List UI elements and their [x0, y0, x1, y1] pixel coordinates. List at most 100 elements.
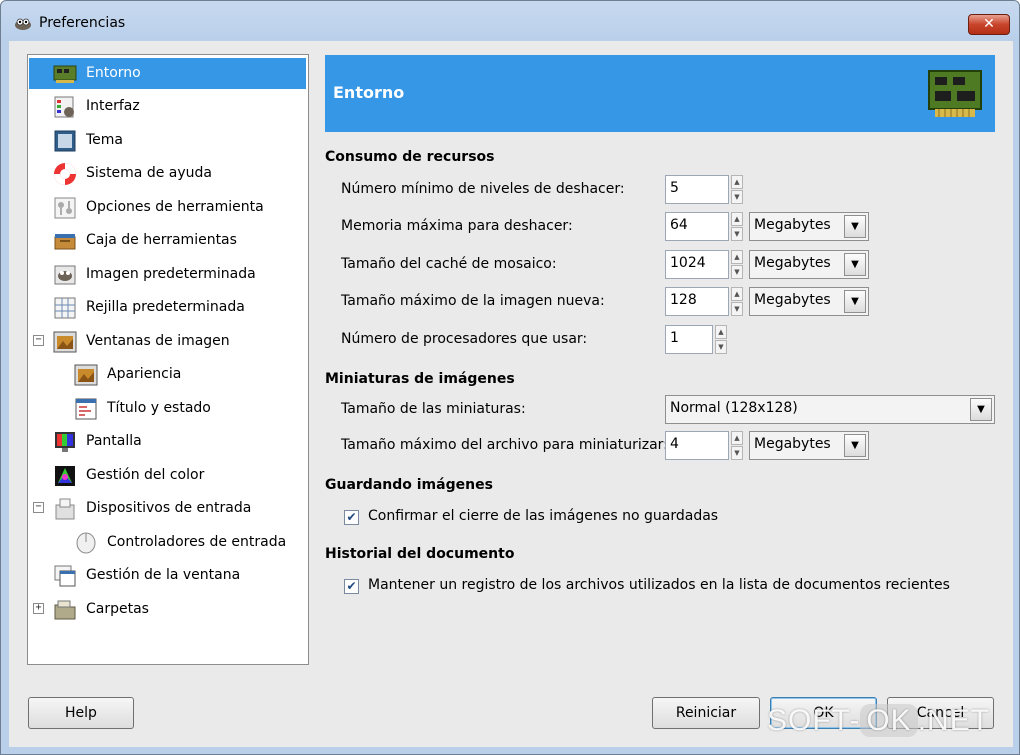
- spin-up-icon[interactable]: ▲: [715, 325, 727, 339]
- max-undo-memory-stepper[interactable]: ▲ ▼: [731, 212, 743, 241]
- thumbnail-size-value: Normal (128x128): [670, 400, 798, 416]
- max-undo-memory-field[interactable]: 64: [665, 212, 729, 241]
- processors-field[interactable]: 1: [665, 325, 713, 354]
- page-header: Entorno: [325, 55, 995, 132]
- sidebar-item-entorno[interactable]: Entorno: [29, 58, 306, 89]
- sidebar-item-imagen-predeterminada[interactable]: Imagen predeterminada: [29, 259, 306, 290]
- unit-value: Megabytes: [754, 255, 831, 271]
- spin-up-icon[interactable]: ▲: [731, 250, 743, 264]
- sidebar-item-opciones-herramienta[interactable]: Opciones de herramienta: [29, 192, 306, 223]
- tile-cache-field[interactable]: 1024: [665, 250, 729, 279]
- unit-value: Megabytes: [754, 217, 831, 233]
- sidebar-item-caja-herramientas[interactable]: Caja de herramientas: [29, 225, 306, 256]
- watermark-right: .NET: [917, 704, 991, 737]
- theme-icon: [54, 130, 76, 152]
- sidebar-item-pantalla[interactable]: Pantalla: [29, 426, 306, 457]
- preferences-window: Preferencias ✕ Entorno Interfaz Tema Sis…: [0, 0, 1020, 755]
- sidebar-item-label: Entorno: [86, 65, 141, 81]
- appearance-icon: [74, 364, 98, 386]
- processors-label: Número de procesadores que usar:: [341, 331, 588, 347]
- spin-down-icon[interactable]: ▼: [731, 265, 743, 279]
- sidebar-item-sistema-ayuda[interactable]: Sistema de ayuda: [29, 158, 306, 189]
- sidebar-item-label: Rejilla predeterminada: [86, 299, 245, 315]
- max-new-image-stepper[interactable]: ▲ ▼: [731, 287, 743, 316]
- spin-down-icon[interactable]: ▼: [731, 227, 743, 241]
- folders-icon: [54, 600, 76, 620]
- chevron-down-icon[interactable]: ▼: [970, 398, 992, 421]
- sidebar-item-label: Gestión de la ventana: [86, 567, 241, 583]
- max-thumbnail-file-label: Tamaño máximo del archivo para miniaturi…: [341, 437, 668, 453]
- sidebar-item-ventanas-imagen[interactable]: Ventanas de imagen: [29, 326, 306, 357]
- category-tree[interactable]: Entorno Interfaz Tema Sistema de ayuda O…: [27, 54, 309, 665]
- section-title-thumbnails: Miniaturas de imágenes: [325, 371, 515, 387]
- spin-down-icon[interactable]: ▼: [731, 190, 743, 204]
- sidebar-item-label: Interfaz: [86, 98, 140, 114]
- sidebar-item-carpetas[interactable]: Carpetas: [29, 594, 306, 625]
- page-title: Entorno: [333, 83, 405, 102]
- confirm-close-checkbox[interactable]: ✔: [344, 510, 359, 525]
- image-window-icon: [53, 331, 77, 353]
- chevron-down-icon[interactable]: ▼: [844, 434, 866, 457]
- sidebar-item-label: Título y estado: [107, 400, 211, 416]
- spin-up-icon[interactable]: ▲: [731, 431, 743, 445]
- spin-down-icon[interactable]: ▼: [731, 446, 743, 460]
- max-thumbnail-file-field[interactable]: 4: [665, 431, 729, 460]
- min-undo-field[interactable]: 5: [665, 175, 729, 204]
- sidebar-item-label: Controladores de entrada: [107, 534, 287, 550]
- max-new-image-label: Tamaño máximo de la imagen nueva:: [341, 293, 605, 309]
- display-icon: [55, 432, 75, 452]
- tile-cache-unit-select[interactable]: Megabytes ▼: [749, 250, 869, 279]
- chevron-down-icon[interactable]: ▼: [844, 253, 866, 276]
- lifebuoy-icon: [54, 163, 76, 185]
- interface-icon: [54, 96, 74, 118]
- sidebar-item-label: Sistema de ayuda: [86, 165, 212, 181]
- max-thumbnail-file-value: 4: [670, 436, 679, 452]
- thumbnail-size-select[interactable]: Normal (128x128) ▼: [665, 395, 995, 424]
- checkmark-icon: ✔: [346, 579, 357, 593]
- max-thumbnail-file-unit-select[interactable]: Megabytes ▼: [749, 431, 869, 460]
- processors-stepper[interactable]: ▲ ▼: [715, 325, 727, 354]
- sidebar-item-gestion-ventana[interactable]: Gestión de la ventana: [29, 560, 306, 591]
- window-management-icon: [54, 565, 76, 587]
- gimp-image-icon: [54, 265, 76, 285]
- sidebar-item-controladores-entrada[interactable]: Controladores de entrada: [29, 527, 306, 558]
- close-icon: ✕: [983, 16, 995, 32]
- max-new-image-unit-select[interactable]: Megabytes ▼: [749, 287, 869, 316]
- max-undo-memory-unit-select[interactable]: Megabytes ▼: [749, 212, 869, 241]
- spin-down-icon[interactable]: ▼: [715, 340, 727, 354]
- reset-button[interactable]: Reiniciar: [652, 697, 760, 729]
- max-new-image-field[interactable]: 128: [665, 287, 729, 316]
- spin-up-icon[interactable]: ▲: [731, 175, 743, 189]
- help-button[interactable]: Help: [28, 697, 134, 729]
- chevron-down-icon[interactable]: ▼: [844, 215, 866, 238]
- tile-cache-stepper[interactable]: ▲ ▼: [731, 250, 743, 279]
- sidebar-item-dispositivos-entrada[interactable]: Dispositivos de entrada: [29, 493, 306, 524]
- keep-history-label[interactable]: Mantener un registro de los archivos uti…: [368, 577, 950, 593]
- sidebar-item-rejilla-predeterminada[interactable]: Rejilla predeterminada: [29, 292, 306, 323]
- spin-down-icon[interactable]: ▼: [731, 302, 743, 316]
- sidebar-item-tema[interactable]: Tema: [29, 125, 306, 156]
- max-thumbnail-file-stepper[interactable]: ▲ ▼: [731, 431, 743, 460]
- chevron-down-icon[interactable]: ▼: [844, 290, 866, 313]
- section-title-saving: Guardando imágenes: [325, 477, 493, 493]
- color-management-icon: [55, 466, 75, 486]
- keep-history-checkbox[interactable]: ✔: [344, 579, 359, 594]
- section-title-history: Historial del documento: [325, 546, 515, 562]
- watermark: SOFT- OK .NET: [767, 704, 990, 738]
- min-undo-stepper[interactable]: ▲ ▼: [731, 175, 743, 204]
- sidebar-item-label: Dispositivos de entrada: [86, 500, 252, 516]
- sidebar-item-titulo-estado[interactable]: Título y estado: [29, 393, 306, 424]
- confirm-close-label[interactable]: Confirmar el cierre de las imágenes no g…: [368, 508, 718, 524]
- title-bar[interactable]: Preferencias ✕: [1, 1, 1019, 41]
- sidebar-item-interfaz[interactable]: Interfaz: [29, 91, 306, 122]
- sidebar-item-label: Apariencia: [107, 366, 182, 382]
- close-button[interactable]: ✕: [968, 14, 1010, 35]
- max-undo-memory-value: 64: [670, 217, 688, 233]
- sidebar-item-apariencia[interactable]: Apariencia: [29, 359, 306, 390]
- grid-icon: [54, 297, 76, 319]
- spin-up-icon[interactable]: ▲: [731, 287, 743, 301]
- max-undo-memory-label: Memoria máxima para deshacer:: [341, 218, 573, 234]
- sidebar-item-gestion-color[interactable]: Gestión del color: [29, 460, 306, 491]
- sidebar-item-label: Caja de herramientas: [86, 232, 237, 248]
- spin-up-icon[interactable]: ▲: [731, 212, 743, 226]
